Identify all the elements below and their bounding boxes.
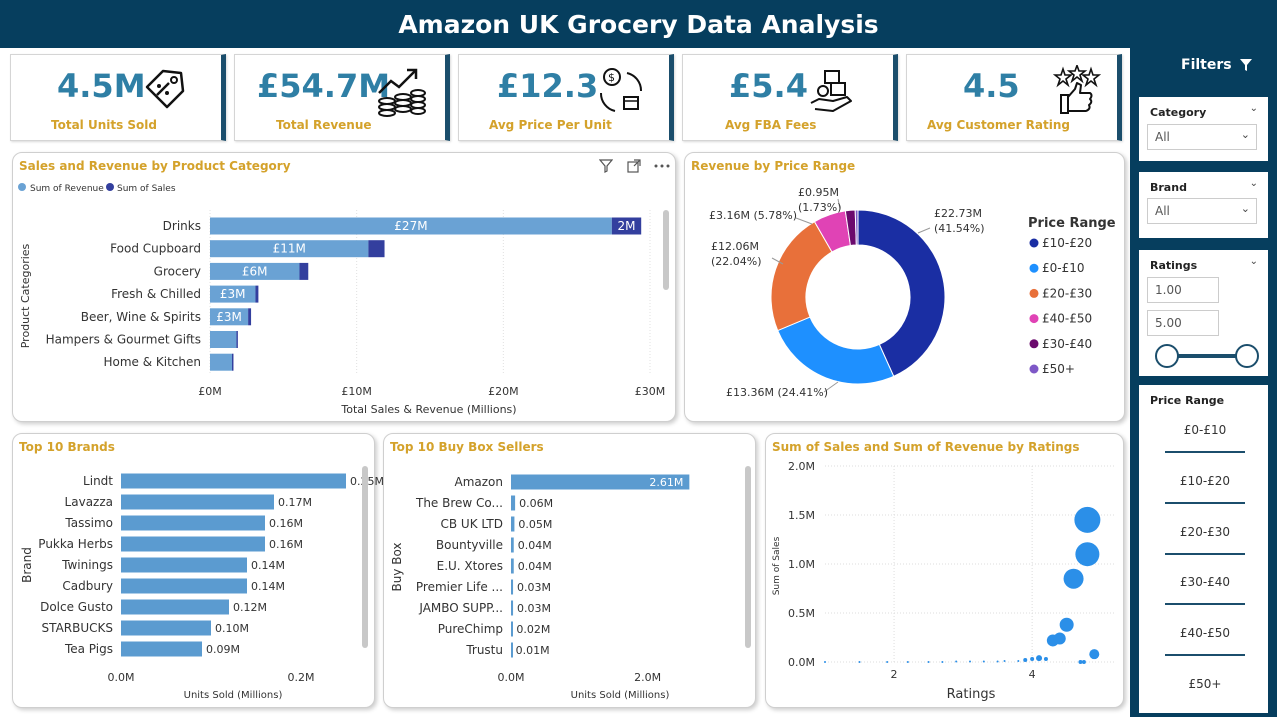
revenue-growth-icon xyxy=(378,68,426,117)
filter-label: Price Range xyxy=(1150,394,1225,407)
kpi-value: 4.5M xyxy=(57,67,146,105)
divider xyxy=(1165,654,1245,656)
kpi-avg-fba-fees: £5.4 Avg FBA Fees xyxy=(682,54,898,141)
category-dropdown[interactable]: All ⌄ xyxy=(1147,124,1257,150)
price-range-button[interactable]: £10-£20 xyxy=(1165,474,1245,488)
dropdown-value: All xyxy=(1155,130,1170,144)
ratings-filter: Ratings ⌄ 1.00 5.00 xyxy=(1139,250,1268,376)
ratings-range-slider[interactable] xyxy=(1151,342,1263,372)
brand-filter: Brand ⌄ All ⌄ xyxy=(1139,172,1268,238)
collapse-chevron-icon[interactable]: ⌄ xyxy=(1250,103,1258,114)
kpi-value: £5.4 xyxy=(729,67,808,105)
ratings-chart-card: Sum of Sales and Sum of Revenue by Ratin… xyxy=(765,433,1124,708)
kpi-value: £54.7M xyxy=(257,67,391,105)
exchange-cycle-icon: $ xyxy=(599,68,643,112)
kpi-label: Avg Price Per Unit xyxy=(489,118,612,132)
chevron-down-icon: ⌄ xyxy=(1240,202,1250,215)
kpi-avg-price: £12.3 Avg Price Per Unit $ xyxy=(458,54,674,141)
price-range-button[interactable]: £30-£40 xyxy=(1165,575,1245,589)
filter-visual-icon[interactable] xyxy=(599,159,613,173)
focus-mode-icon[interactable] xyxy=(627,159,641,173)
kpi-label: Total Units Sold xyxy=(51,118,158,132)
more-options-icon[interactable] xyxy=(653,163,671,169)
svg-text:$: $ xyxy=(608,71,615,84)
chart-title: Sum of Sales and Sum of Revenue by Ratin… xyxy=(772,440,1080,454)
chart-title: Top 10 Brands xyxy=(19,440,115,454)
divider xyxy=(1165,502,1245,504)
chevron-down-icon: ⌄ xyxy=(1240,128,1250,141)
price-range-button[interactable]: £40-£50 xyxy=(1165,626,1245,640)
price-range-button[interactable]: £20-£30 xyxy=(1165,525,1245,539)
filters-title: Filters xyxy=(1181,57,1232,73)
kpi-value: 4.5 xyxy=(963,67,1020,105)
chart-title: Revenue by Price Range xyxy=(691,159,856,173)
brands-chart-card: Top 10 Brands xyxy=(12,433,375,708)
sellers-chart-card: Top 10 Buy Box Sellers xyxy=(383,433,756,708)
collapse-chevron-icon[interactable]: ⌄ xyxy=(1250,178,1258,189)
kpi-label: Avg Customer Rating xyxy=(927,118,1070,132)
filter-funnel-icon xyxy=(1240,59,1252,71)
price-range-button[interactable]: £50+ xyxy=(1165,677,1245,691)
divider xyxy=(1165,451,1245,453)
collapse-chevron-icon[interactable]: ⌄ xyxy=(1250,256,1258,267)
kpi-avg-rating: 4.5 Avg Customer Rating xyxy=(906,54,1122,141)
thumbs-up-stars-icon xyxy=(1053,65,1101,114)
input-value: 5.00 xyxy=(1155,316,1182,330)
ratings-min-input[interactable]: 1.00 xyxy=(1147,277,1219,303)
filter-label: Ratings xyxy=(1150,259,1198,272)
dropdown-value: All xyxy=(1155,204,1170,218)
hand-boxes-icon xyxy=(810,70,852,112)
category-filter: Category ⌄ All ⌄ xyxy=(1139,97,1268,161)
kpi-total-units: 4.5M Total Units Sold xyxy=(10,54,226,141)
divider xyxy=(1165,603,1245,605)
kpi-total-revenue: £54.7M Total Revenue xyxy=(234,54,450,141)
filter-label: Brand xyxy=(1150,181,1187,194)
category-chart-card: Sales and Revenue by Product Category xyxy=(12,152,676,422)
kpi-value: £12.3 xyxy=(497,67,599,105)
kpi-label: Avg FBA Fees xyxy=(725,118,817,132)
chart-title: Sales and Revenue by Product Category xyxy=(19,159,291,173)
kpi-label: Total Revenue xyxy=(276,118,372,132)
page-title: Amazon UK Grocery Data Analysis xyxy=(0,0,1277,48)
filter-label: Category xyxy=(1150,106,1207,119)
chart-title: Top 10 Buy Box Sellers xyxy=(390,440,544,454)
price-tag-icon xyxy=(145,69,185,109)
ratings-max-input[interactable]: 5.00 xyxy=(1147,310,1219,336)
price-range-chart-card: Revenue by Price Range xyxy=(684,152,1125,422)
input-value: 1.00 xyxy=(1155,283,1182,297)
divider xyxy=(1165,553,1245,555)
brand-dropdown[interactable]: All ⌄ xyxy=(1147,198,1257,224)
price-range-button[interactable]: £0-£10 xyxy=(1165,423,1245,437)
